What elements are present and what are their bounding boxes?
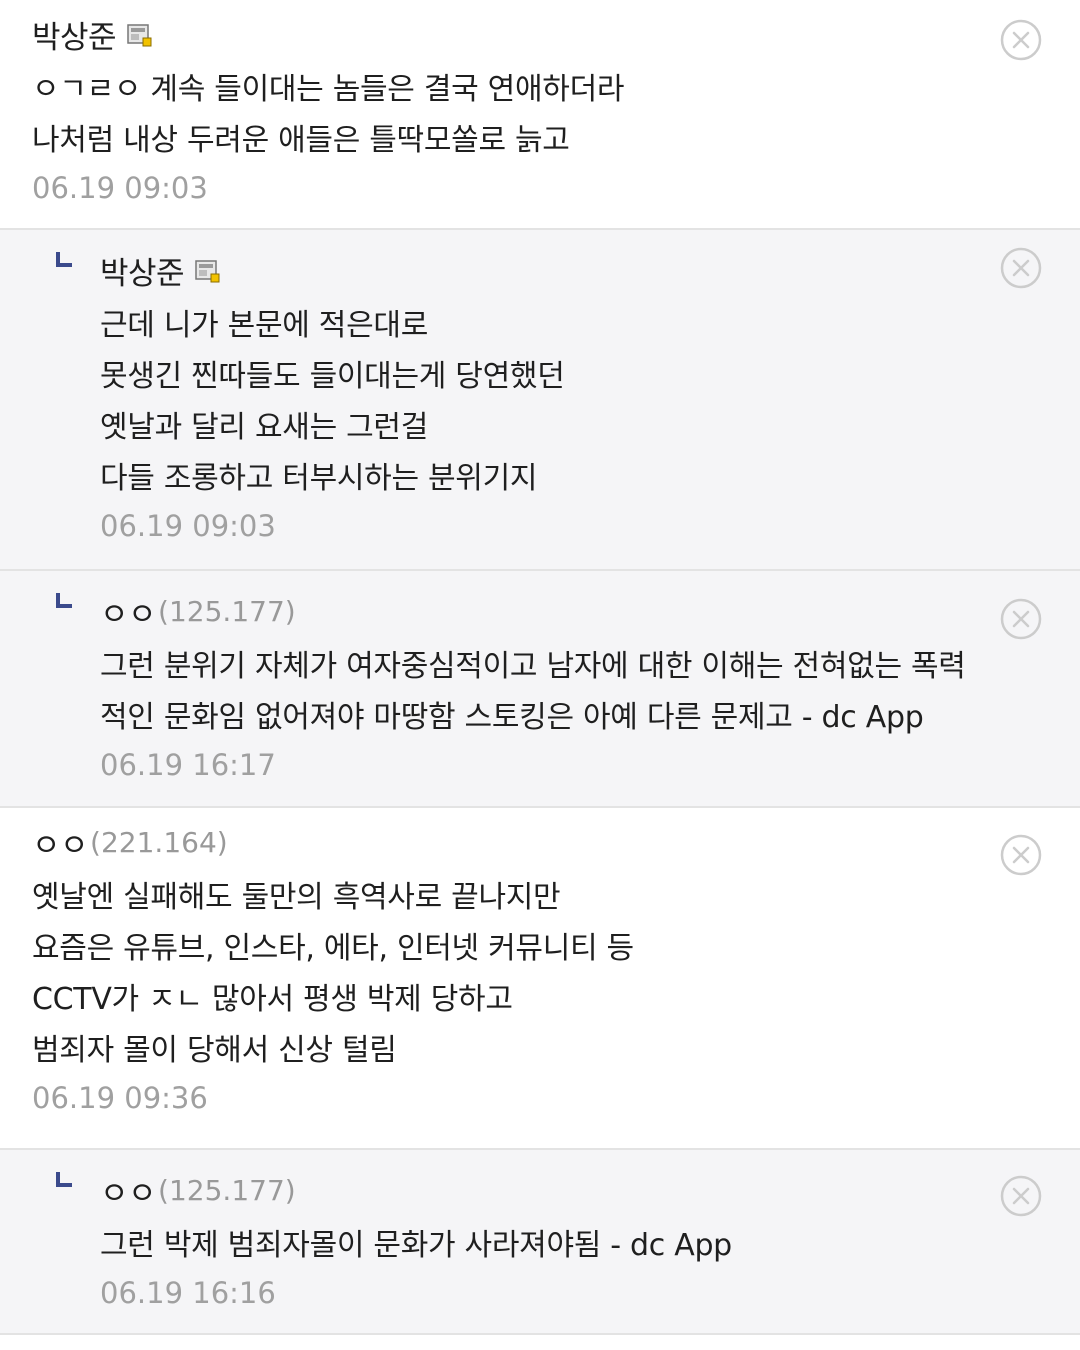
reply-item: ㅇㅇ (125.177) 그런 박제 범죄자몰이 문화가 사라져야됨 - dc …	[0, 1150, 1080, 1335]
comment-line: 옛날엔 실패해도 둘만의 흑역사로 끝나지만	[32, 880, 561, 915]
comment-line: 그런 박제 범죄자몰이 문화가 사라져야됨 - dc App	[100, 1228, 732, 1263]
comment-line: 그런 분위기 자체가 여자중심적이고 남자에 대한 이해는 전혀없는 폭력	[100, 649, 966, 684]
reply-arrow-icon	[56, 593, 72, 609]
comment-timestamp: 06.19 16:16	[100, 1276, 276, 1310]
nickname[interactable]: 박상준	[32, 12, 117, 57]
reply-item: 박상준 근데 니가 본문에 적은대로 못생긴 찐따들도 들이대는게 당연했던 옛…	[0, 230, 1080, 571]
nickname[interactable]: ㅇㅇ	[100, 589, 157, 634]
comment-meta: 박상준	[100, 248, 1050, 292]
comment-timestamp: 06.19 16:17	[100, 748, 276, 782]
close-circle-icon	[1000, 1175, 1042, 1217]
close-circle-icon	[1000, 247, 1042, 289]
comment-timestamp: 06.19 09:03	[32, 171, 208, 205]
ip-address: (221.164)	[90, 825, 228, 859]
comment-timestamp: 06.19 09:03	[100, 509, 276, 543]
close-circle-icon	[1000, 834, 1042, 876]
fixed-nick-badge-icon	[126, 21, 154, 49]
delete-comment-button[interactable]	[1000, 247, 1042, 289]
comment-meta: ㅇㅇ (221.164)	[32, 820, 1050, 864]
comment-line: 요즘은 유튜브, 인스타, 에타, 인터넷 커뮤니티 등	[32, 931, 634, 966]
comment-line: CCTV가 ㅈㄴ 많아서 평생 박제 당하고	[32, 982, 513, 1017]
comment-meta: ㅇㅇ (125.177)	[100, 1168, 1050, 1212]
close-circle-icon	[1000, 598, 1042, 640]
comment-line: 범죄자 몰이 당해서 신상 털림	[32, 1033, 397, 1068]
comment-body: 그런 박제 범죄자몰이 문화가 사라져야됨 - dc App	[100, 1220, 1050, 1271]
close-circle-icon	[1000, 19, 1042, 61]
ip-address: (125.177)	[158, 594, 296, 628]
comment-content: 박상준 근데 니가 본문에 적은대로 못생긴 찐따들도 들이대는게 당연했던 옛…	[100, 248, 1050, 546]
comment-body: ㅇㄱㄹㅇ 계속 들이대는 놈들은 결국 연애하더라 나처럼 내상 두려운 애들은…	[32, 64, 1050, 166]
ip-address: (125.177)	[158, 1173, 296, 1207]
comment-content: ㅇㅇ (125.177) 그런 분위기 자체가 여자중심적이고 남자에 대한 이…	[100, 589, 1050, 785]
comment-line: 근데 니가 본문에 적은대로	[100, 308, 429, 343]
delete-comment-button[interactable]	[1000, 834, 1042, 876]
comment-content: ㅇㅇ (221.164) 옛날엔 실패해도 둘만의 흑역사로 끝나지만 요즘은 …	[32, 820, 1050, 1118]
comment-timestamp: 06.19 09:36	[32, 1081, 208, 1115]
reply-arrow-icon	[56, 1172, 72, 1188]
comment-body: 옛날엔 실패해도 둘만의 흑역사로 끝나지만 요즘은 유튜브, 인스타, 에타,…	[32, 872, 1050, 1076]
delete-comment-button[interactable]	[1000, 1175, 1042, 1217]
fixed-nick-badge-icon	[194, 257, 222, 285]
comment-item: ㅇㅇ (221.164) 옛날엔 실패해도 둘만의 흑역사로 끝나지만 요즘은 …	[0, 808, 1080, 1150]
comment-line: 못생긴 찐따들도 들이대는게 당연했던	[100, 359, 565, 394]
comment-item: 박상준 ㅇㄱㄹㅇ 계속 들이대는 놈들은 결국 연애하더라 나처럼 내상 두려운…	[0, 0, 1080, 230]
reply-arrow-icon	[56, 252, 72, 268]
comment-line: 적인 문화임 없어져야 마땅함 스토킹은 아예 다른 문제고 - dc App	[100, 700, 924, 735]
comment-line: 옛날과 달리 요새는 그런걸	[100, 410, 429, 445]
comment-body: 근데 니가 본문에 적은대로 못생긴 찐따들도 들이대는게 당연했던 옛날과 달…	[100, 300, 1050, 504]
comment-content: ㅇㅇ (125.177) 그런 박제 범죄자몰이 문화가 사라져야됨 - dc …	[100, 1168, 1050, 1313]
comment-list: 박상준 ㅇㄱㄹㅇ 계속 들이대는 놈들은 결국 연애하더라 나처럼 내상 두려운…	[0, 0, 1080, 1335]
comment-line: 다들 조롱하고 터부시하는 분위기지	[100, 461, 538, 496]
reply-item: ㅇㅇ (125.177) 그런 분위기 자체가 여자중심적이고 남자에 대한 이…	[0, 571, 1080, 808]
comment-content: 박상준 ㅇㄱㄹㅇ 계속 들이대는 놈들은 결국 연애하더라 나처럼 내상 두려운…	[32, 12, 1050, 208]
delete-comment-button[interactable]	[1000, 19, 1042, 61]
comment-line: 나처럼 내상 두려운 애들은 틀딱모쏠로 늙고	[32, 123, 570, 158]
comment-meta: 박상준	[32, 12, 1050, 56]
nickname[interactable]: ㅇㅇ	[100, 1168, 157, 1213]
nickname[interactable]: 박상준	[100, 248, 185, 293]
nickname[interactable]: ㅇㅇ	[32, 820, 89, 865]
comment-meta: ㅇㅇ (125.177)	[100, 589, 1050, 633]
comment-body: 그런 분위기 자체가 여자중심적이고 남자에 대한 이해는 전혀없는 폭력 적인…	[100, 641, 1050, 743]
delete-comment-button[interactable]	[1000, 598, 1042, 640]
comment-line: ㅇㄱㄹㅇ 계속 들이대는 놈들은 결국 연애하더라	[32, 72, 625, 107]
